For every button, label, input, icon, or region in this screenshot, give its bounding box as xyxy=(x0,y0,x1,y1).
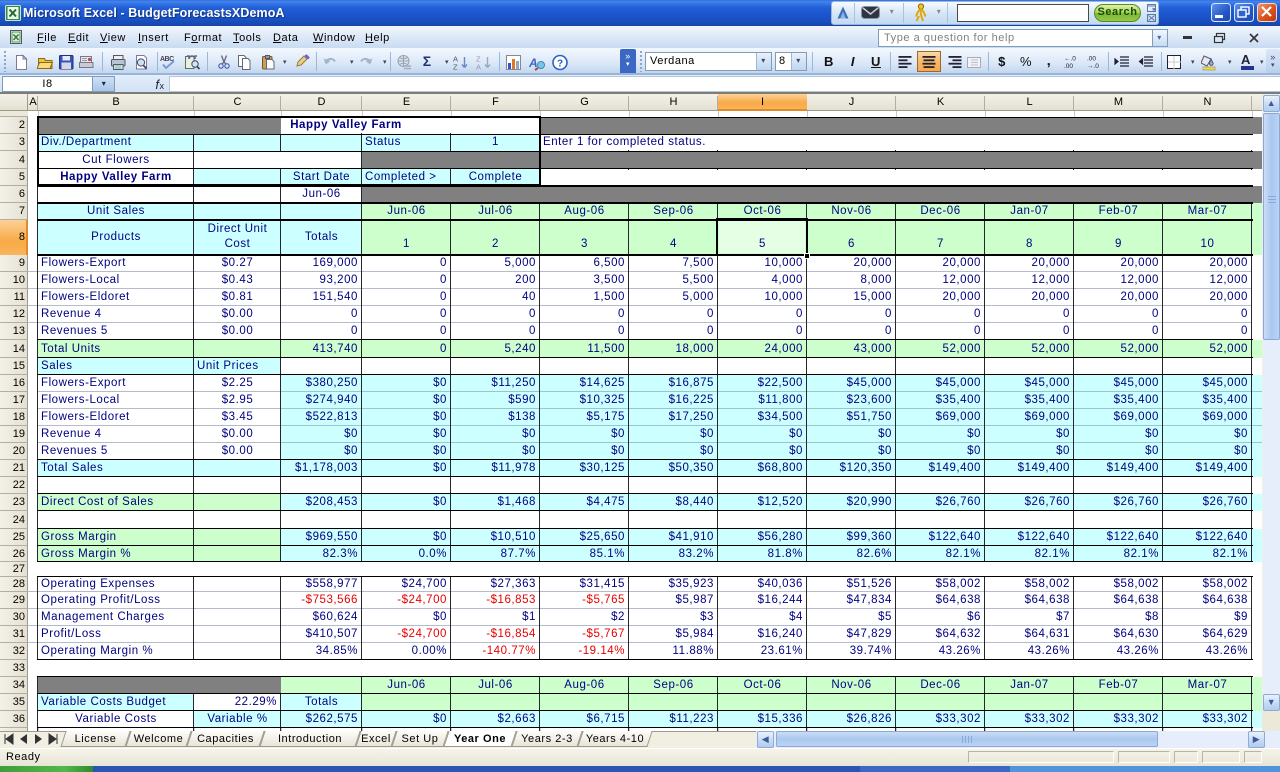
svg-text:Z: Z xyxy=(453,63,458,72)
svg-text:→.0: →.0 xyxy=(1087,63,1099,70)
svg-text:.00: .00 xyxy=(1064,63,1073,70)
svg-text:←.0: ←.0 xyxy=(1064,56,1076,63)
svg-text:.00: .00 xyxy=(1087,56,1096,63)
svg-text:A: A xyxy=(476,63,481,72)
svg-text:?: ? xyxy=(557,59,563,70)
